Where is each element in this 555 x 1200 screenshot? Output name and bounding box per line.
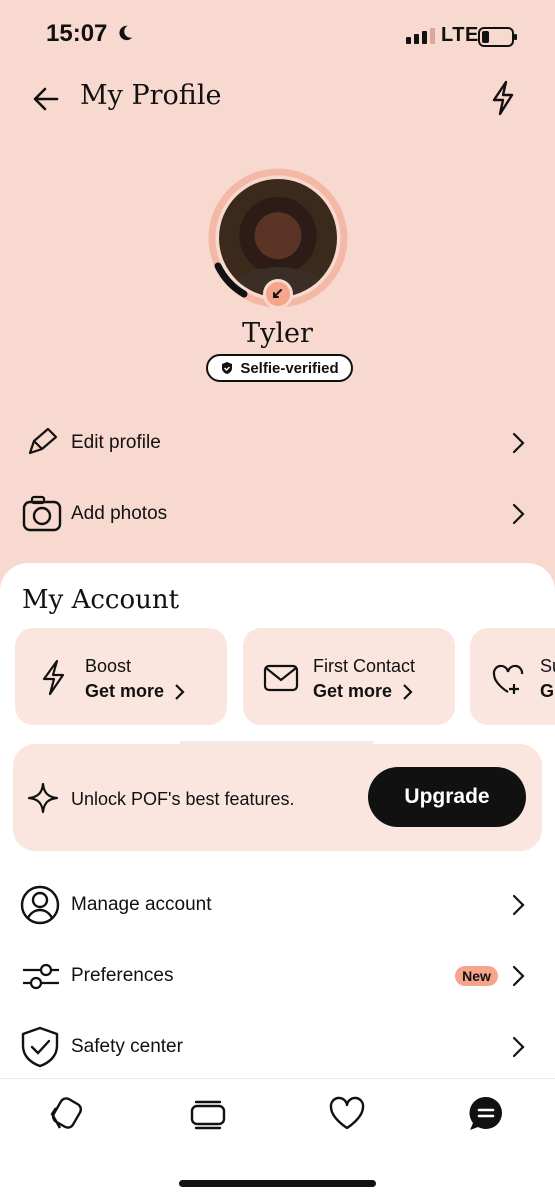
bolt-icon[interactable] [488, 80, 518, 116]
chevron-right-icon [512, 1036, 525, 1058]
profile-name: Tyler [242, 318, 313, 349]
shield-check-icon [222, 362, 233, 374]
heart-icon[interactable] [327, 1094, 367, 1134]
signal-icon [406, 28, 435, 44]
chevron-right-icon [512, 503, 525, 525]
avatar[interactable] [206, 166, 350, 310]
card-title: Su [540, 656, 555, 676]
first-contact-card[interactable]: First Contact Get more [243, 628, 455, 725]
sliders-icon [20, 954, 64, 998]
card-title: First Contact [313, 656, 416, 676]
upgrade-text: Unlock POF's best features. [71, 789, 295, 809]
shield-check-icon [20, 1025, 64, 1069]
manage-account-row[interactable]: Manage account [0, 875, 555, 935]
safety-center-label: Safety center [71, 1036, 183, 1057]
preferences-label: Preferences [71, 965, 174, 986]
battery-icon [478, 27, 517, 47]
preferences-row[interactable]: Preferences New [0, 946, 555, 1006]
moon-icon [119, 25, 133, 41]
chevron-right-icon [403, 683, 413, 700]
pencil-icon [20, 421, 64, 465]
envelope-icon [263, 664, 299, 692]
home-indicator [179, 1180, 376, 1187]
cards-icon[interactable] [48, 1094, 88, 1134]
back-arrow-icon[interactable] [30, 83, 62, 115]
section-title: My Account [22, 585, 180, 615]
add-photos-row[interactable]: Add photos [0, 484, 555, 544]
get-more-link[interactable]: G [540, 681, 554, 702]
verified-label: Selfie-verified [240, 359, 339, 377]
get-more-link[interactable]: Get more [85, 681, 186, 702]
chevron-right-icon [512, 965, 525, 987]
chat-icon[interactable] [466, 1094, 506, 1134]
edit-profile-row[interactable]: Edit profile [0, 413, 555, 473]
chevron-right-icon [512, 432, 525, 454]
boost-card[interactable]: Boost Get more [15, 628, 227, 725]
selfie-verified-badge: Selfie-verified [206, 354, 353, 382]
upgrade-button[interactable]: Upgrade [368, 767, 526, 827]
status-time: 15:07 [46, 20, 108, 47]
add-photos-label: Add photos [71, 503, 168, 524]
upgrade-banner: Unlock POF's best features. Upgrade [13, 744, 542, 851]
sparkle-icon [27, 782, 59, 814]
get-more-link[interactable]: Get more [313, 681, 414, 702]
edit-profile-label: Edit profile [71, 432, 161, 453]
camera-icon [20, 492, 64, 536]
heart-plus-icon [492, 664, 524, 694]
user-circle-icon [20, 883, 64, 927]
card-title: Boost [85, 656, 132, 676]
page-title: My Profile [80, 80, 222, 111]
new-badge: New [455, 966, 498, 986]
arrows-icon[interactable] [263, 279, 293, 309]
status-bar: 15:07 LTE [0, 0, 555, 70]
bolt-icon [42, 659, 65, 696]
manage-account-label: Manage account [71, 894, 212, 915]
stack-icon[interactable] [188, 1094, 228, 1134]
network-type: LTE [441, 24, 479, 46]
safety-center-row[interactable]: Safety center [0, 1017, 555, 1077]
chevron-right-icon [512, 894, 525, 916]
chevron-right-icon [175, 683, 185, 700]
profile-screen: 15:07 LTE My Profile Tyler Selfie-verifi… [0, 0, 555, 1200]
super-like-card[interactable]: Su G [470, 628, 555, 725]
